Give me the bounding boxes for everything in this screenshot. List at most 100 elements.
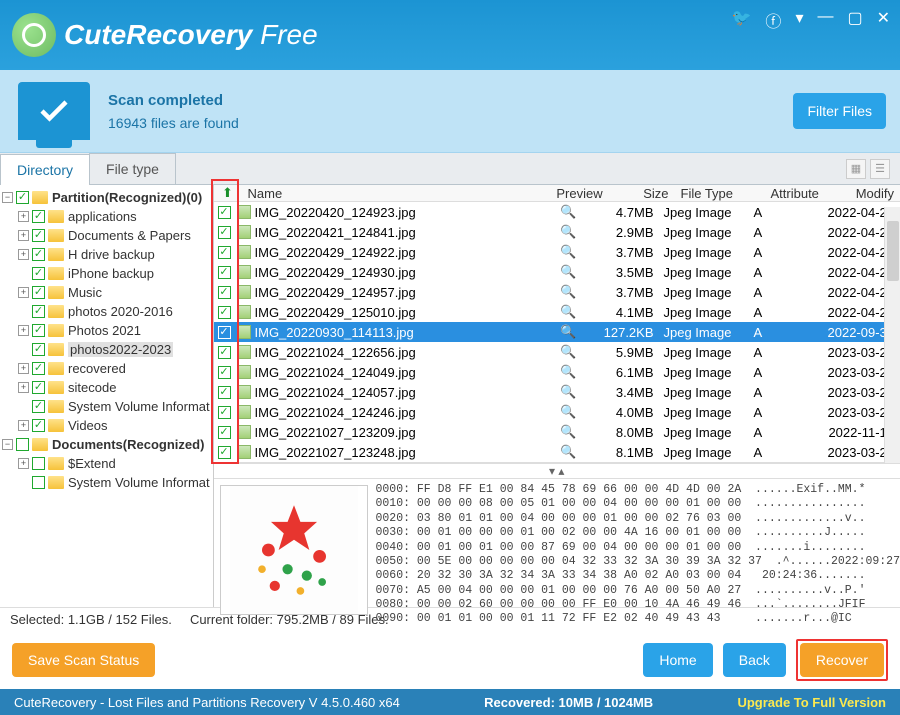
menu-icon[interactable]: ▾ <box>795 8 803 32</box>
col-name[interactable]: Name <box>242 186 550 201</box>
tree-root-documents[interactable]: −Documents(Recognized) <box>0 435 213 454</box>
preview-icon[interactable]: 🔍 <box>539 384 599 400</box>
file-size: 6.1MB <box>599 365 664 380</box>
file-name: IMG_20221024_124049.jpg <box>255 365 539 380</box>
scrollbar-vertical[interactable] <box>884 207 900 463</box>
tree-item[interactable]: +✓Music <box>0 283 213 302</box>
filter-files-button[interactable]: Filter Files <box>793 93 886 129</box>
minimize-icon[interactable]: — <box>817 8 833 32</box>
file-checkbox[interactable]: ✓ <box>218 366 231 379</box>
twitter-icon[interactable]: 🐦 <box>732 8 752 32</box>
file-row[interactable]: ✓IMG_20220429_124930.jpg🔍3.5MBJpeg Image… <box>214 262 900 282</box>
file-row[interactable]: ✓IMG_20220429_125010.jpg🔍4.1MBJpeg Image… <box>214 302 900 322</box>
tree-root-partition[interactable]: −✓Partition(Recognized)(0) <box>0 188 213 207</box>
grid-view-icon[interactable]: ▦ <box>846 159 866 179</box>
sort-arrow-icon[interactable]: ⬆ <box>214 185 242 201</box>
tab-directory[interactable]: Directory <box>0 154 90 185</box>
tree-item-selected[interactable]: ✓photos2022-2023 <box>0 340 213 359</box>
file-name: IMG_20220429_124957.jpg <box>255 285 539 300</box>
file-icon <box>237 305 251 319</box>
file-name: IMG_20221024_124057.jpg <box>255 385 539 400</box>
upgrade-link[interactable]: Upgrade To Full Version <box>737 695 886 710</box>
file-size: 4.7MB <box>599 205 664 220</box>
file-row[interactable]: ✓IMG_20221027_123209.jpg🔍8.0MBJpeg Image… <box>214 422 900 442</box>
tree-item[interactable]: +✓H drive backup <box>0 245 213 264</box>
footer-version: CuteRecovery - Lost Files and Partitions… <box>14 695 400 710</box>
home-button[interactable]: Home <box>643 643 712 677</box>
maximize-icon[interactable]: ▢ <box>847 8 862 32</box>
save-scan-status-button[interactable]: Save Scan Status <box>12 643 155 677</box>
file-row[interactable]: ✓IMG_20220930_114113.jpg🔍127.2KBJpeg Ima… <box>214 322 900 342</box>
col-size[interactable]: Size <box>610 186 675 201</box>
file-attr: A <box>754 265 826 280</box>
file-checkbox[interactable]: ✓ <box>218 286 231 299</box>
file-icon <box>237 385 251 399</box>
file-row[interactable]: ✓ IMG_20220420_124923.jpg🔍4.7MBJpeg Image… <box>214 202 900 222</box>
tree-item[interactable]: +$Extend <box>0 454 213 473</box>
file-checkbox[interactable]: ✓ <box>218 226 231 239</box>
recover-button[interactable]: Recover <box>800 643 884 677</box>
tree-item[interactable]: System Volume Informat <box>0 473 213 492</box>
file-row[interactable]: ✓IMG_20220429_124957.jpg🔍3.7MBJpeg Image… <box>214 282 900 302</box>
tree-item[interactable]: +✓Photos 2021 <box>0 321 213 340</box>
file-type: Jpeg Image <box>664 225 754 240</box>
preview-icon[interactable]: 🔍 <box>539 204 599 220</box>
col-attr[interactable]: Attribute <box>765 186 837 201</box>
col-type[interactable]: File Type <box>675 186 765 201</box>
list-view-icon[interactable]: ☰ <box>870 159 890 179</box>
file-attr: A <box>754 345 826 360</box>
file-checkbox[interactable]: ✓ <box>218 346 231 359</box>
file-row[interactable]: ✓IMG_20221024_124057.jpg🔍3.4MBJpeg Image… <box>214 382 900 402</box>
preview-icon[interactable]: 🔍 <box>539 244 599 260</box>
tree-item[interactable]: +✓Videos <box>0 416 213 435</box>
file-type: Jpeg Image <box>664 205 754 220</box>
preview-icon[interactable]: 🔍 <box>539 304 599 320</box>
close-icon[interactable]: ✕ <box>877 8 890 32</box>
splitter-handle[interactable]: ▾ ▴ <box>214 463 900 479</box>
file-checkbox[interactable]: ✓ <box>218 266 231 279</box>
file-type: Jpeg Image <box>664 445 754 460</box>
preview-icon[interactable]: 🔍 <box>539 284 599 300</box>
preview-icon[interactable]: 🔍 <box>539 344 599 360</box>
file-row[interactable]: ✓IMG_20220429_124922.jpg🔍3.7MBJpeg Image… <box>214 242 900 262</box>
tree-item[interactable]: +✓sitecode <box>0 378 213 397</box>
file-row[interactable]: ✓IMG_20221024_124246.jpg🔍4.0MBJpeg Image… <box>214 402 900 422</box>
tree-item[interactable]: ✓iPhone backup <box>0 264 213 283</box>
footer: CuteRecovery - Lost Files and Partitions… <box>0 689 900 715</box>
back-button[interactable]: Back <box>723 643 786 677</box>
col-modify[interactable]: Modify <box>837 186 900 201</box>
file-type: Jpeg Image <box>664 405 754 420</box>
file-row[interactable]: ✓IMG_20221024_122656.jpg🔍5.9MBJpeg Image… <box>214 342 900 362</box>
file-checkbox[interactable]: ✓ <box>218 446 231 459</box>
file-row[interactable]: ✓IMG_20221027_123248.jpg🔍8.1MBJpeg Image… <box>214 442 900 462</box>
file-checkbox[interactable]: ✓ <box>218 406 231 419</box>
preview-icon[interactable]: 🔍 <box>539 264 599 280</box>
tree-item[interactable]: +✓applications <box>0 207 213 226</box>
tree-item[interactable]: ✓System Volume Informat <box>0 397 213 416</box>
file-checkbox[interactable]: ✓ <box>218 426 231 439</box>
tree-item[interactable]: +✓Documents & Papers <box>0 226 213 245</box>
file-checkbox[interactable]: ✓ <box>218 206 231 219</box>
preview-icon[interactable]: 🔍 <box>539 424 599 440</box>
tabs-row: Directory File type ▦ ☰ <box>0 153 900 185</box>
file-checkbox[interactable]: ✓ <box>218 246 231 259</box>
tree-item[interactable]: +✓recovered <box>0 359 213 378</box>
preview-icon[interactable]: 🔍 <box>539 364 599 380</box>
preview-icon[interactable]: 🔍 <box>539 404 599 420</box>
file-type: Jpeg Image <box>664 425 754 440</box>
preview-icon[interactable]: 🔍 <box>539 324 599 340</box>
file-checkbox[interactable]: ✓ <box>218 306 231 319</box>
preview-icon[interactable]: 🔍 <box>539 224 599 240</box>
file-checkbox[interactable]: ✓ <box>218 326 231 339</box>
file-checkbox[interactable]: ✓ <box>218 386 231 399</box>
file-row[interactable]: ✓IMG_20221024_124049.jpg🔍6.1MBJpeg Image… <box>214 362 900 382</box>
file-name: IMG_20221024_124246.jpg <box>255 405 539 420</box>
file-row[interactable]: ✓IMG_20220421_124841.jpg🔍2.9MBJpeg Image… <box>214 222 900 242</box>
preview-icon[interactable]: 🔍 <box>539 444 599 460</box>
tree-item[interactable]: ✓photos 2020-2016 <box>0 302 213 321</box>
file-name: IMG_20220420_124923.jpg <box>255 205 539 220</box>
col-preview[interactable]: Preview <box>550 186 610 201</box>
tab-filetype[interactable]: File type <box>89 153 176 184</box>
file-icon <box>237 225 251 239</box>
facebook-icon[interactable]: ⓕ <box>765 8 781 32</box>
